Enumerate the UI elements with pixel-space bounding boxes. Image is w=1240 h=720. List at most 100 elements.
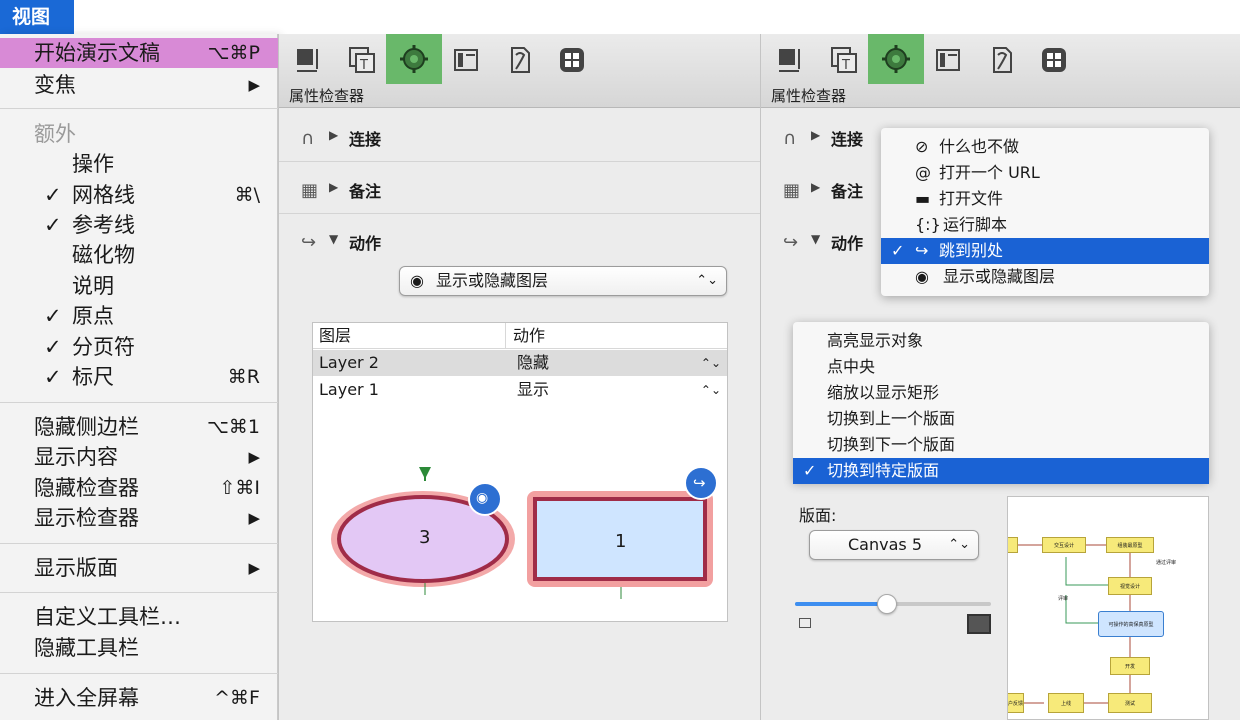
- canvas-inspector-icon[interactable]: [929, 42, 967, 78]
- zoom-slider-fill: [795, 602, 888, 606]
- properties-inspector-icon[interactable]: [868, 34, 924, 84]
- section-title: 动作: [349, 234, 382, 253]
- menu-item-label: 网格线: [72, 183, 135, 207]
- zoom-slider-knob[interactable]: [877, 594, 898, 614]
- text-inspector-icon[interactable]: T: [825, 42, 863, 78]
- menu-item-highlight-object[interactable]: 高亮显示对象: [793, 328, 1209, 354]
- menu-item-center-point[interactable]: 点中央: [793, 354, 1209, 380]
- at-icon: @: [915, 163, 931, 182]
- view-menu-title[interactable]: 视图: [0, 0, 74, 34]
- eye-icon: ◉: [915, 267, 929, 286]
- section-connections[interactable]: ∩ ▶ 连接: [279, 112, 760, 162]
- action-arrow-icon: ↪: [301, 232, 317, 253]
- properties-inspector-icon[interactable]: [386, 34, 442, 84]
- menu-item-previous-canvas[interactable]: 切换到上一个版面: [793, 406, 1209, 432]
- menu-item-notes[interactable]: 说明: [0, 271, 278, 301]
- menu-item-label: 变焦: [34, 73, 76, 97]
- geometry-inspector-icon[interactable]: [289, 42, 327, 78]
- menu-item-shortcut: ⌘R: [227, 366, 260, 388]
- menu-separator: [0, 108, 278, 109]
- canvas-thumbnail[interactable]: 交互设计 组装最原型 通过评审 视觉设计 评审 可操作的高保真原型 开发 测试 …: [1007, 496, 1209, 720]
- menu-item-guides[interactable]: ✓ 参考线: [0, 210, 278, 240]
- submenu-arrow-icon: ▶: [248, 76, 260, 94]
- menu-item-show-inspectors[interactable]: 显示检查器 ▶: [0, 503, 278, 533]
- svg-text:T: T: [841, 58, 850, 73]
- menu-item-page-breaks[interactable]: ✓ 分页符: [0, 332, 278, 362]
- geometry-inspector-icon[interactable]: [771, 42, 809, 78]
- menu-item-hide-sidebar[interactable]: 隐藏侧边栏 ⌥⌘1: [0, 412, 278, 442]
- rect-label: 1: [615, 531, 627, 552]
- flow-node: 开发: [1110, 657, 1150, 675]
- menu-item-show-hide-layers[interactable]: ◉ 显示或隐藏图层: [881, 264, 1209, 290]
- disclosure-expanded-icon: ▼: [811, 232, 821, 246]
- eye-badge-icon[interactable]: ◉: [476, 490, 488, 506]
- menu-item-grid[interactable]: ✓ 网格线 ⌘\: [0, 180, 278, 210]
- menu-item-open-url[interactable]: @ 打开一个 URL: [881, 160, 1209, 186]
- inspector-title: 属性检查器: [289, 87, 365, 105]
- menu-item-rulers[interactable]: ✓ 标尺 ⌘R: [0, 362, 278, 392]
- menu-item-label: 额外: [34, 122, 76, 146]
- inspector-panel-left: T 属性检查器 ∩ ▶ 连接 ▦ ▶ 备注 ↪ ▼ 动作 ◉ 显示或隐藏图层 ⌃…: [278, 34, 760, 720]
- menu-item-show-canvases[interactable]: 显示版面 ▶: [0, 553, 278, 583]
- menu-item-start-presentation[interactable]: 开始演示文稿 ⌥⌘P: [0, 38, 278, 68]
- menu-item-open-file[interactable]: ▬ 打开文件: [881, 186, 1209, 212]
- menu-item-shortcut: ⇧⌘I: [219, 477, 260, 499]
- stencil-inspector-icon[interactable]: [1035, 42, 1073, 78]
- column-header-action[interactable]: 动作: [513, 323, 545, 349]
- menu-bar: 视图: [0, 0, 1240, 34]
- document-inspector-icon[interactable]: [501, 42, 539, 78]
- magnet-icon: ∩: [301, 128, 315, 149]
- disclosure-expanded-icon: ▼: [329, 232, 339, 246]
- text-inspector-icon[interactable]: T: [343, 42, 381, 78]
- table-icon: ▦: [783, 180, 801, 201]
- chevron-updown-icon[interactable]: ⌃⌄: [701, 377, 721, 403]
- menu-item-magnets[interactable]: 磁化物: [0, 240, 278, 270]
- zoom-slider-track[interactable]: [795, 594, 991, 614]
- action-type-popup[interactable]: ◉ 显示或隐藏图层 ⌃⌄: [399, 266, 727, 296]
- layer-name: Layer 1: [319, 380, 379, 399]
- layer-action[interactable]: 显示: [517, 377, 549, 403]
- menu-item-origin[interactable]: ✓ 原点: [0, 301, 278, 331]
- menu-item-specific-canvas[interactable]: ✓ 切换到特定版面: [793, 458, 1209, 484]
- flow-node: 可操作的高保真原型: [1098, 611, 1164, 637]
- stencil-inspector-icon[interactable]: [553, 42, 591, 78]
- chevron-updown-icon[interactable]: ⌃⌄: [701, 350, 721, 376]
- table-row[interactable]: Layer 2 隐藏 ⌃⌄: [313, 350, 727, 376]
- menu-item-show-contents[interactable]: 显示内容 ▶: [0, 442, 278, 472]
- canvas-inspector-icon[interactable]: [447, 42, 485, 78]
- menu-separator: [0, 673, 278, 674]
- layer-action[interactable]: 隐藏: [517, 350, 549, 376]
- flow-node: [1008, 537, 1018, 553]
- menu-item-label: 什么也不做: [939, 137, 1020, 156]
- menu-item-label: 显示或隐藏图层: [943, 267, 1056, 286]
- menu-item-zoom[interactable]: 变焦 ▶: [0, 70, 278, 100]
- checkmark-icon: ✓: [803, 461, 817, 480]
- menu-item-label: 分页符: [72, 335, 135, 359]
- menu-item-enter-fullscreen[interactable]: 进入全屏幕 ^⌘F: [0, 683, 278, 713]
- section-title: 动作: [831, 234, 864, 253]
- large-image-icon[interactable]: [967, 614, 991, 634]
- menu-item-do-nothing[interactable]: ⊘ 什么也不做: [881, 134, 1209, 160]
- menu-item-customize-toolbar[interactable]: 自定义工具栏…: [0, 602, 278, 632]
- section-notes[interactable]: ▦ ▶ 备注: [279, 164, 760, 214]
- table-row[interactable]: Layer 1 显示 ⌃⌄: [313, 377, 727, 403]
- svg-text:T: T: [359, 58, 368, 73]
- table-header: 图层 动作: [313, 323, 727, 349]
- canvas-label: 版面:: [799, 506, 837, 525]
- section-action[interactable]: ↪ ▼ 动作: [279, 216, 760, 266]
- menu-item-run-script[interactable]: {:} 运行脚本: [881, 212, 1209, 238]
- menu-item-jump-elsewhere[interactable]: ✓ ↪ 跳到别处: [881, 238, 1209, 264]
- menu-item-next-canvas[interactable]: 切换到下一个版面: [793, 432, 1209, 458]
- menu-item-zoom-to-rect[interactable]: 缩放以显示矩形: [793, 380, 1209, 406]
- menu-item-actions[interactable]: 操作: [0, 149, 278, 179]
- canvas-popup[interactable]: Canvas 5 ⌃⌄: [809, 530, 979, 560]
- menu-item-label: 跳到别处: [939, 241, 1004, 260]
- small-image-icon[interactable]: [799, 618, 811, 628]
- menu-item-hide-inspectors[interactable]: 隐藏检查器 ⇧⌘I: [0, 473, 278, 503]
- inspector-toolbar: T 属性检查器: [279, 34, 760, 108]
- menu-item-hide-toolbar[interactable]: 隐藏工具栏: [0, 633, 278, 663]
- action-badge-icon[interactable]: ↪: [693, 474, 706, 492]
- column-header-layer[interactable]: 图层: [319, 323, 351, 349]
- chevron-updown-icon: ⌃⌄: [696, 273, 718, 288]
- document-inspector-icon[interactable]: [983, 42, 1021, 78]
